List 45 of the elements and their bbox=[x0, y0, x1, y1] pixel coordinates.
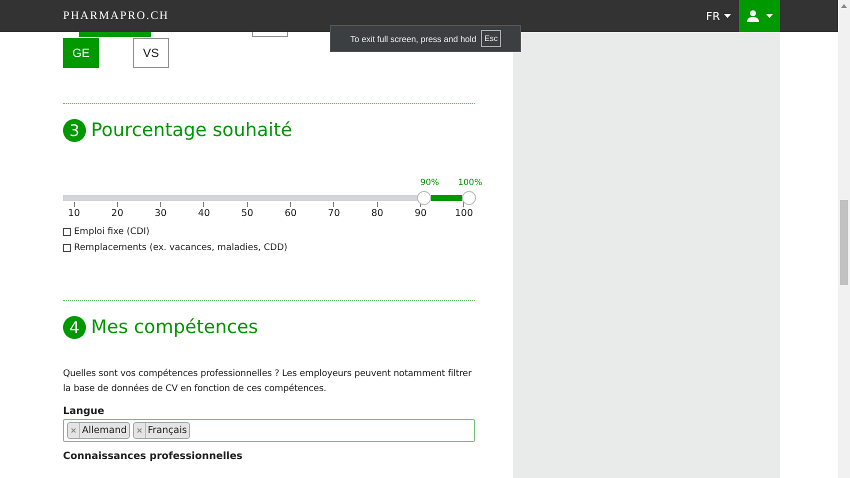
tick-label: 80 bbox=[371, 208, 384, 219]
checkbox-label: Remplacements (ex. vacances, maladies, CDD) bbox=[74, 243, 288, 253]
canton-tile[interactable]: GE bbox=[63, 38, 99, 68]
user-menu-button[interactable] bbox=[739, 0, 780, 32]
range-slider[interactable] bbox=[63, 191, 476, 205]
caret-icon bbox=[724, 14, 731, 18]
notice-text: To exit full screen, press and hold bbox=[350, 34, 476, 44]
canton-tile[interactable] bbox=[252, 32, 288, 37]
tick-label: 20 bbox=[111, 208, 124, 219]
value-label: 90% bbox=[420, 178, 440, 188]
tick-label: 90 bbox=[414, 208, 427, 219]
slider-thumb[interactable] bbox=[417, 191, 432, 205]
canton-tile[interactable]: VS bbox=[133, 38, 169, 68]
caret-icon bbox=[766, 14, 772, 18]
tick-label: 40 bbox=[198, 208, 210, 219]
scrollbar[interactable] bbox=[838, 0, 850, 478]
step-number: 3 bbox=[63, 119, 86, 142]
tag-label: Français bbox=[146, 425, 188, 436]
step-number: 4 bbox=[63, 316, 86, 339]
key-hint: Esc bbox=[481, 30, 501, 47]
canton-tile[interactable] bbox=[79, 32, 115, 37]
user-icon bbox=[746, 10, 758, 22]
section-title: Mes compétences bbox=[91, 317, 258, 338]
tick-label: 50 bbox=[241, 208, 254, 219]
tag-input-field[interactable]: Allemand Français bbox=[63, 419, 475, 442]
tick-label: 100 bbox=[454, 208, 474, 219]
logo[interactable]: PHARMAPRO.CH bbox=[63, 10, 170, 22]
checkbox-label: Emploi fixe (CDI) bbox=[74, 227, 150, 237]
field-label: Langue bbox=[63, 406, 106, 417]
section-title: Pourcentage souhaité bbox=[91, 120, 292, 141]
checkbox[interactable] bbox=[63, 244, 71, 252]
tick-label: 30 bbox=[154, 208, 167, 219]
remove-icon[interactable] bbox=[71, 428, 76, 433]
tick-label: 70 bbox=[328, 208, 340, 219]
value-label: 100% bbox=[458, 178, 482, 188]
canton-tile[interactable] bbox=[115, 32, 151, 37]
field-label: Connaissances professionnelles bbox=[63, 451, 244, 462]
remove-icon[interactable] bbox=[136, 428, 142, 433]
checkbox[interactable] bbox=[63, 228, 71, 236]
tick-label: 60 bbox=[284, 208, 297, 219]
tag-label: Allemand bbox=[81, 425, 128, 436]
intro-text: Quelles sont vos compétences professionnelles ? Les employeurs peuvent notamment filtrer la base de données de CV en fonction de ces compétences. bbox=[63, 368, 473, 396]
tick-label: 10 bbox=[68, 208, 80, 219]
slider-thumb[interactable] bbox=[462, 191, 476, 205]
language-menu[interactable]: FR bbox=[706, 10, 731, 22]
